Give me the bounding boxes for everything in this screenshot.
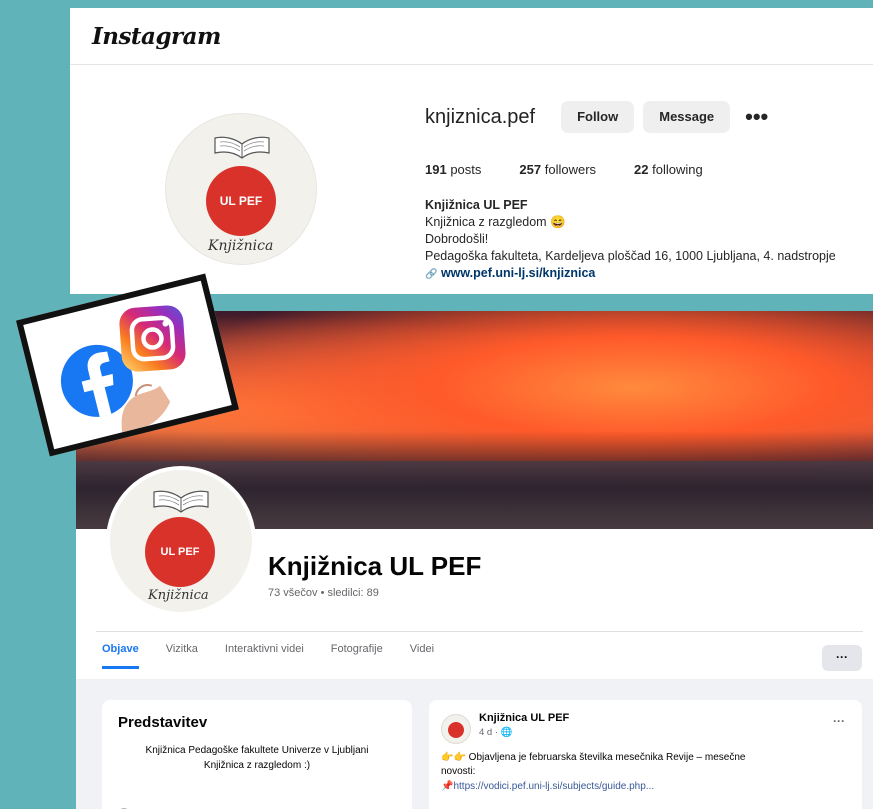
link-icon: 🔗 [425,269,438,280]
divider [96,631,863,632]
tab-videi[interactable]: Videi [410,643,434,669]
post-text: 👉👉 Objavljena je februarska številka mes… [441,752,746,777]
ul-pef-badge: UL PEF [145,517,215,587]
post-timestamp[interactable]: 4 d · 🌐 [479,727,512,738]
message-button[interactable]: Message [643,101,731,133]
tab-fotografije[interactable]: Fotografije [331,643,383,669]
instagram-profile-panel: Instagram UL PEF Knjižnica knjiznica.pef… [70,8,873,294]
tab-objave[interactable]: Objave [102,643,139,669]
intro-title: Predstavitev [118,714,208,731]
facebook-tabs: Objave Vizitka Interaktivni videi Fotogr… [102,643,461,669]
tab-vizitka[interactable]: Vizitka [166,643,198,669]
instagram-avatar[interactable]: UL PEF Knjižnica [165,113,317,265]
post-link[interactable]: 📌https://vodici.pef.uni-lj.si/subjects/g… [441,781,654,792]
follow-button[interactable]: Follow [561,101,635,133]
knjiznica-script: Knjižnica [208,238,274,254]
bio-name: Knjižnica UL PEF [425,198,528,212]
facebook-avatar[interactable]: UL PEF Knjižnica [106,466,256,616]
tab-more-button[interactable]: ··· [822,645,862,671]
post-card: Knjižnica UL PEF 4 d · 🌐 ··· 👉👉 Objavlje… [429,700,862,809]
bio-address: Pedagoška fakulteta, Kardeljeva ploščad … [425,249,836,263]
bio-website-link[interactable]: www.pef.uni-lj.si/knjiznica [441,266,595,280]
open-book-icon [153,490,209,513]
knjiznica-script: Knjižnica [148,588,209,603]
post-more-icon[interactable]: ··· [833,714,845,728]
intro-card: Predstavitev Knjižnica Pedagoške fakulte… [102,700,412,809]
more-options-icon[interactable]: ••• [745,106,768,128]
instagram-profile-info: knjiznica.pef Follow Message ••• 191 pos… [425,98,873,283]
bio-welcome: Dobrodošli! [425,232,489,246]
intro-text: Knjižnica Pedagoške fakultete Univerze v… [145,745,369,771]
tab-interaktivni-videi[interactable]: Interaktivni videi [225,643,304,669]
facebook-page-stats[interactable]: 73 všečov • sledilci: 89 [268,587,379,599]
posts-count[interactable]: 191 posts [425,162,481,177]
instagram-icon [119,305,186,372]
post-author-avatar[interactable] [441,714,471,744]
following-count[interactable]: 22 following [634,162,703,177]
open-book-icon [214,136,270,159]
facebook-page-name: Knjižnica UL PEF [268,551,482,581]
followers-count[interactable]: 257 followers [519,162,596,177]
bio-tagline: Knjižnica z razgledom 😄 [425,215,566,229]
instagram-logo[interactable]: Instagram [92,23,221,50]
instagram-username: knjiznica.pef [425,105,536,128]
post-author-name[interactable]: Knjižnica UL PEF [479,712,569,724]
ul-pef-badge: UL PEF [206,166,276,236]
instagram-stats: 191 posts 257 followers 22 following [425,162,873,177]
instagram-header: Instagram [70,8,873,65]
instagram-bio: Knjižnica UL PEF Knjižnica z razgledom 😄… [425,197,873,283]
